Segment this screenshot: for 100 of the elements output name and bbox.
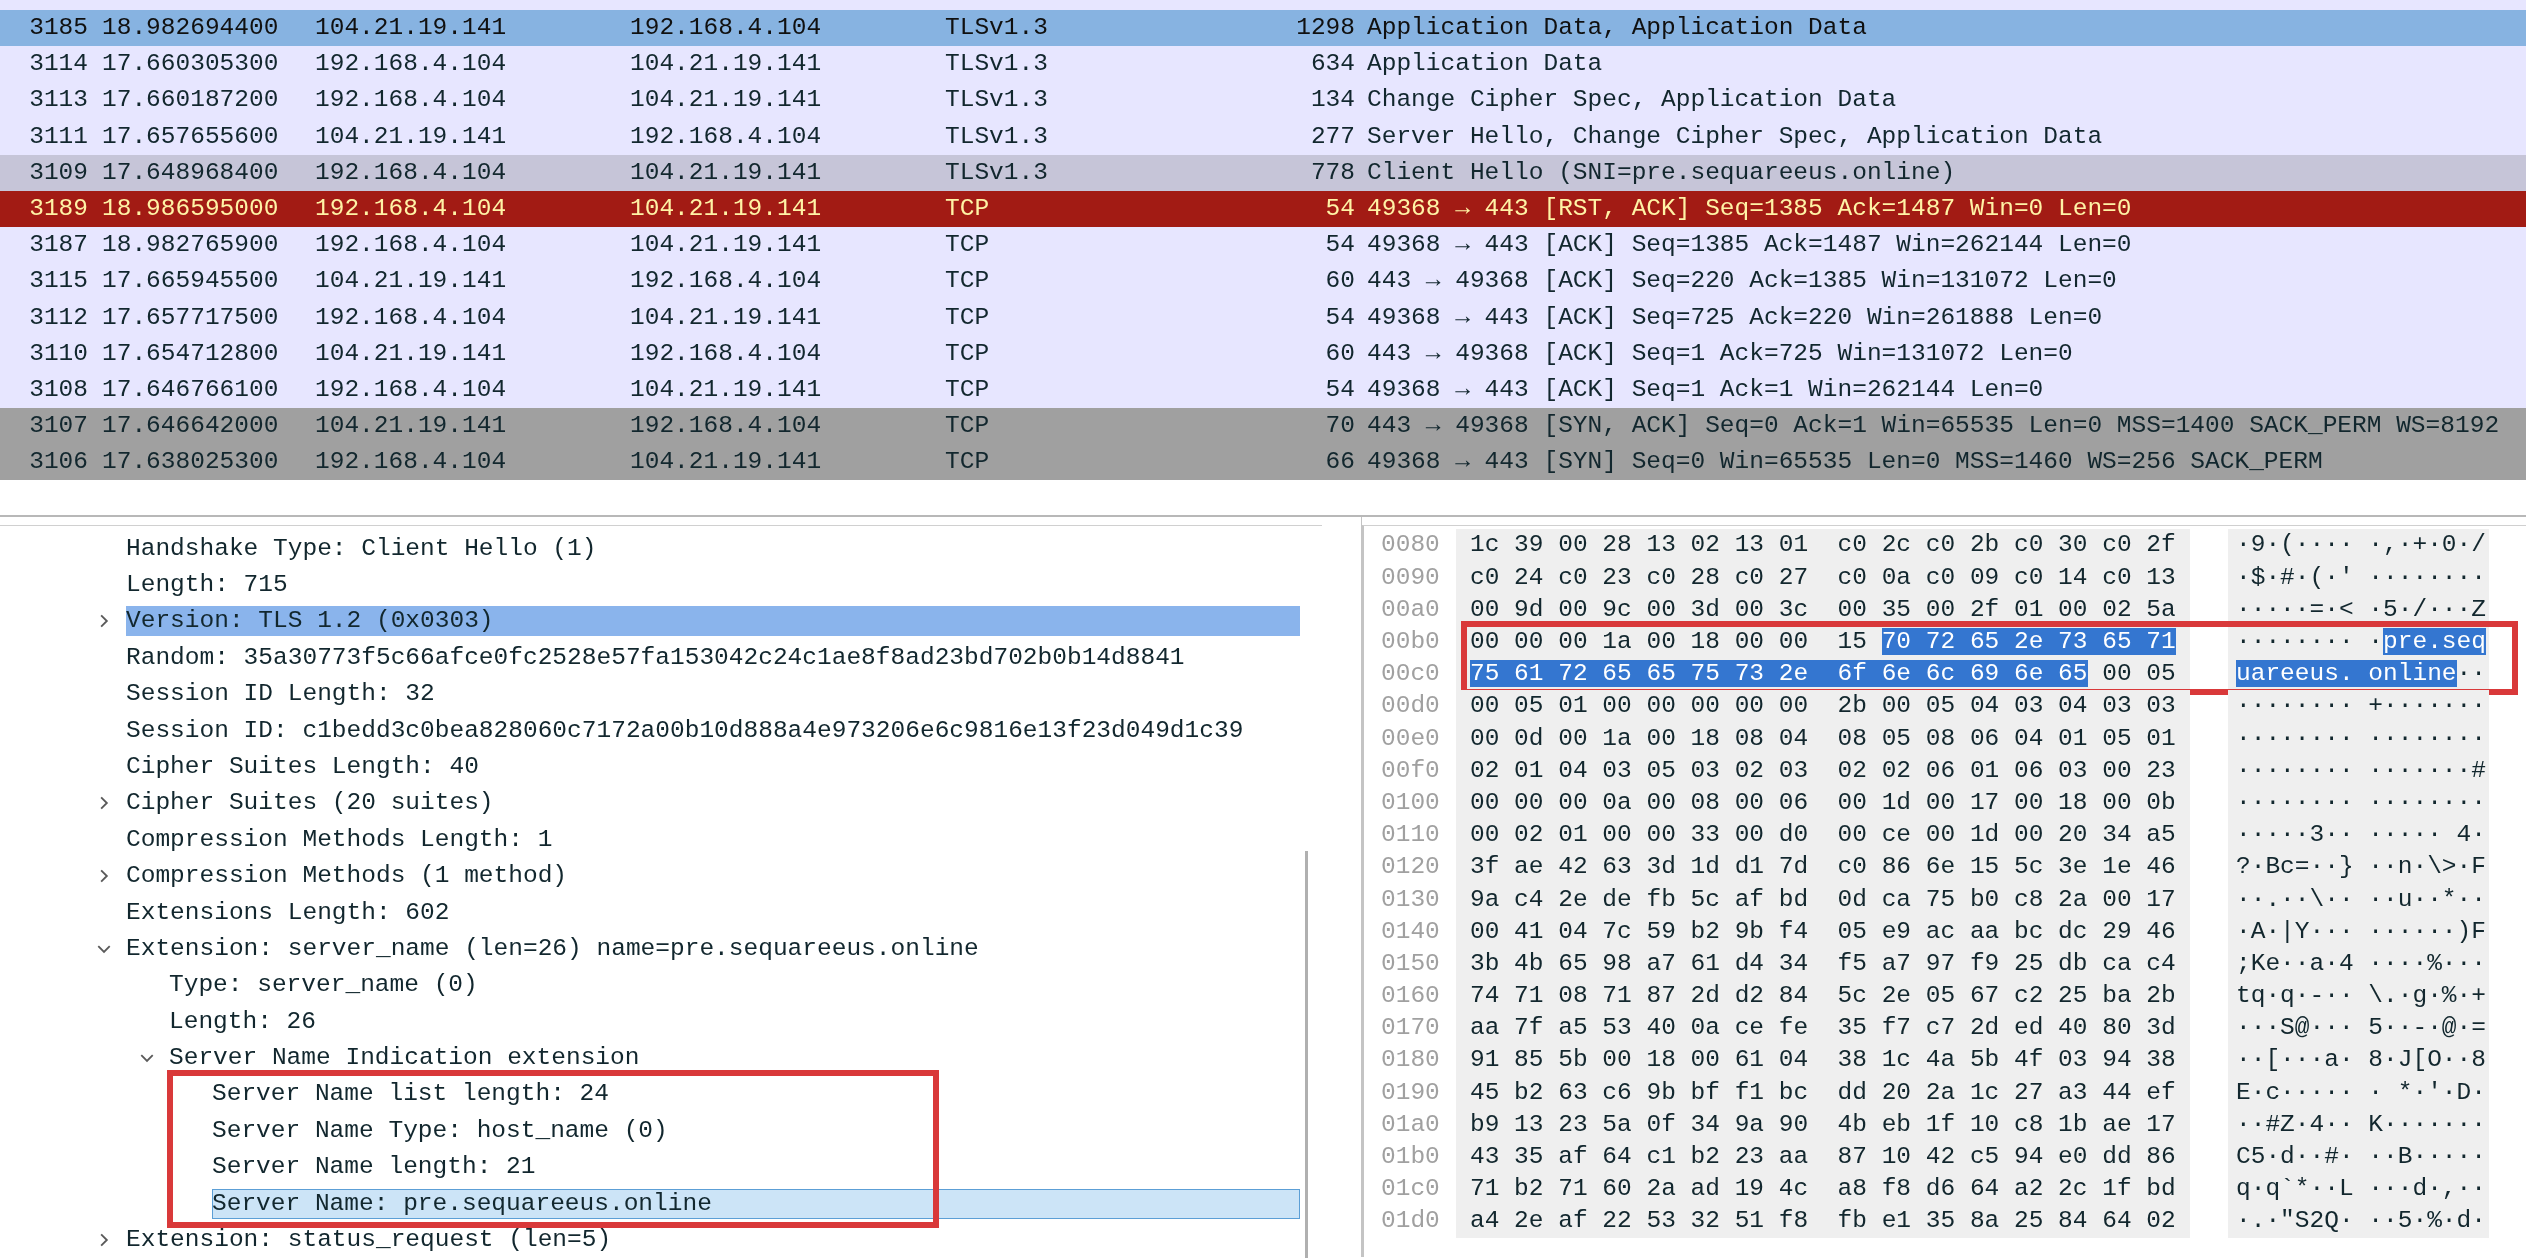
table-cell-text: TCP (945, 230, 991, 261)
byte-offset: 0090 (1380, 562, 1441, 593)
tree-item[interactable]: Length: 715 (126, 570, 1300, 600)
tree-item[interactable]: Session ID: c1bedd3c0bea828060c7172a00b10d888a4e973206e6c9816e13f23d049d1c39 (126, 715, 1300, 746)
table-cell-text: TLSv1.3 (945, 157, 1049, 188)
table-cell-text: 17.665945500 (101, 266, 280, 297)
tree-item[interactable]: Server Name list length: 24 (212, 1079, 1300, 1110)
tree-item[interactable]: Compression Methods (1 method) (126, 861, 1300, 892)
ascii-text: ·A·|Y··· ······)F (2228, 915, 2489, 948)
table-cell-text: 60 (1324, 266, 1355, 297)
table-cell-text: 192.168.4.104 (315, 447, 508, 478)
byte-offset: 0130 (1380, 884, 1441, 915)
packet-row[interactable]: 3108 17.646766100 192.168.4.104 104.21.19.141 TCP 54 49368 → 443 [ACK] Seq=1 Ack=1 Win=262144 Len=0 (0, 371, 2526, 409)
table-cell-text: 104.21.19.141 (630, 49, 823, 80)
packet-row[interactable]: 3107 17.646642000 104.21.19.141 192.168.4.104 TCP 70 443 → 49368 [SYN, ACK] Seq=0 Ack=1 Win=65535 Len=0 MSS=1400 SACK_PERM WS=8192 (0, 408, 2526, 445)
tree-item[interactable]: Cipher Suites Length: 40 (126, 751, 1300, 782)
table-cell-text: 192.168.4.104 (315, 230, 508, 261)
table-cell-text: 1298 (1295, 13, 1355, 43)
ascii-text: ········ ·······# (2228, 754, 2489, 787)
packet-row[interactable]: 3106 17.638025300 192.168.4.104 104.21.19.141 TCP 66 49368 → 443 [SYN] Seq=0 Win=65535 Len=0 MSS=1460 WS=256 SACK_PERM (0, 444, 2526, 481)
table-cell-text: 778 (1309, 157, 1355, 188)
table-cell-text: Change Cipher Spec, Application Data (1366, 85, 1897, 116)
byte-offset: 00a0 (1380, 594, 1441, 625)
table-cell-text: 192.168.4.104 (630, 411, 823, 442)
packet-row[interactable]: 3109 17.648968400 192.168.4.104 104.21.19.141 TLSv1.3 778 Client Hello (SNI=pre.sequareeus.online) (0, 154, 2526, 191)
table-cell-text: TCP (945, 266, 991, 297)
tree-item[interactable]: Server Name Indication extension (169, 1043, 1300, 1074)
packet-row[interactable]: 3185 18.982694400 104.21.19.141 192.168.4.104 TLSv1.3 1298 Application Data, Application Data (0, 10, 2526, 47)
ascii-text: tq·q·-·· \.·g·%·+ (2228, 980, 2489, 1013)
ascii-text: ;Ke··a·4 ····%··· (2228, 947, 2489, 981)
hex-bytes: 00 02 01 00 00 33 00 d0 00 ce 00 1d 00 20 34 a5 (1456, 819, 2190, 852)
table-cell-text: 49368 → 443 [SYN] Seq=0 Win=65535 Len=0 MSS=1460 WS=256 SACK_PERM (1366, 447, 2323, 478)
table-cell-text: 3114 (28, 49, 88, 80)
byte-offset: 0150 (1380, 948, 1441, 979)
ascii-text: ·····3·· ····· 4· (2228, 819, 2489, 852)
packet-row[interactable]: 3113 17.660187200 192.168.4.104 104.21.19.141 TLSv1.3 134 Change Cipher Spec, Application Data (0, 82, 2526, 119)
tree-item[interactable]: Server Name Type: host_name (0) (212, 1115, 1300, 1146)
table-cell-text: TLSv1.3 (945, 49, 1049, 80)
packet-row[interactable]: 3189 18.986595000 192.168.4.104 104.21.19.141 TCP 54 49368 → 443 [RST, ACK] Seq=1385 Ack=1487 Win=0 Len=0 (0, 190, 2526, 228)
byte-offset: 00b0 (1380, 627, 1441, 657)
byte-offset: 0190 (1380, 1077, 1441, 1108)
tree-item[interactable]: Extensions Length: 602 (126, 897, 1300, 928)
tree-item[interactable]: Extension: server_name (len=26) name=pre.sequareeus.online (126, 933, 1300, 964)
table-cell-text: TCP (945, 302, 991, 333)
table-cell-text: 3185 (28, 13, 88, 43)
hex-bytes: 43 35 af 64 c1 b2 23 aa 87 10 42 c5 94 e0 dd 86 (1456, 1141, 2190, 1174)
tree-item[interactable]: Length: 26 (169, 1006, 1300, 1037)
byte-offset: 01d0 (1380, 1206, 1441, 1237)
table-cell-text: TLSv1.3 (945, 121, 1049, 152)
table-cell-text: 443 → 49368 [ACK] Seq=220 Ack=1385 Win=131072 Len=0 (1366, 266, 2117, 297)
table-cell-text: 192.168.4.104 (315, 374, 508, 405)
tree-item[interactable]: Server Name length: 21 (212, 1152, 1300, 1183)
packet-row[interactable]: 3110 17.654712800 104.21.19.141 192.168.4.104 TCP 60 443 → 49368 [ACK] Seq=1 Ack=725 Win=131072 Len=0 (0, 335, 2526, 372)
table-cell-text: 49368 → 443 [ACK] Seq=725 Ack=220 Win=261888 Len=0 (1366, 302, 2103, 333)
table-cell-text: 17.646766100 (101, 374, 280, 405)
byte-offset: 0100 (1380, 787, 1441, 818)
hex-bytes: 71 b2 71 60 2a ad 19 4c a8 f8 d6 64 a2 2c 1f bd (1456, 1173, 2190, 1206)
ascii-text: ········ ·pre.seq (2228, 626, 2489, 659)
tree-item[interactable]: Server Name: pre.sequareeus.online (212, 1188, 1300, 1219)
table-cell-text: Application Data (1366, 49, 1603, 80)
table-cell-text: 18.982694400 (101, 13, 280, 43)
table-cell-text: 17.660305300 (101, 49, 280, 80)
tree-item[interactable]: Session ID Length: 32 (126, 679, 1300, 710)
table-cell-text: 192.168.4.104 (315, 157, 508, 188)
table-cell-text: 192.168.4.104 (630, 266, 823, 297)
table-cell-text: 104.21.19.141 (630, 157, 823, 188)
packet-row[interactable]: 3114 17.660305300 192.168.4.104 104.21.19.141 TLSv1.3 634 Application Data (0, 46, 2526, 83)
scrollbar-thumb[interactable] (1305, 851, 1308, 1258)
packet-row[interactable]: 3187 18.982765900 192.168.4.104 104.21.19.141 TCP 54 49368 → 443 [ACK] Seq=1385 Ack=1487 Win=262144 Len=0 (0, 227, 2526, 264)
hex-bytes: 9a c4 2e de fb 5c af bd 0d ca 75 b0 c8 2a 00 17 (1456, 883, 2190, 916)
packet-row[interactable]: 3115 17.665945500 104.21.19.141 192.168.4.104 TCP 60 443 → 49368 [ACK] Seq=220 Ack=1385 Win=131072 Len=0 (0, 263, 2526, 300)
table-cell-text: 60 (1324, 338, 1355, 369)
byte-offset: 01b0 (1380, 1142, 1441, 1172)
table-cell-text: 104.21.19.141 (315, 121, 508, 152)
tree-item[interactable]: Extension: status_request (len=5) (126, 1225, 1300, 1256)
hex-bytes: b9 13 23 5a 0f 34 9a 90 4b eb 1f 10 c8 1b ae 17 (1456, 1108, 2190, 1141)
ascii-text: E·c····· · *·'·D· (2228, 1076, 2489, 1109)
tree-item[interactable]: Version: TLS 1.2 (0x0303) (126, 606, 1300, 637)
tree-item[interactable]: Cipher Suites (20 suites) (126, 788, 1300, 819)
table-cell-text: 54 (1324, 193, 1355, 224)
table-cell-text: 3107 (28, 411, 88, 442)
table-cell-text: 66 (1324, 447, 1355, 478)
table-cell-text: 134 (1309, 85, 1355, 116)
tree-item[interactable]: Type: server_name (0) (169, 970, 1300, 1001)
table-cell-text: 3108 (28, 374, 88, 405)
tree-item[interactable]: Handshake Type: Client Hello (1) (126, 533, 1300, 564)
hex-bytes: 74 71 08 71 87 2d d2 84 5c 2e 05 67 c2 25 ba 2b (1456, 980, 2190, 1013)
table-cell-text: 17.648968400 (101, 157, 280, 188)
ascii-text: ?·Bc=··} ··n·\>·F (2228, 851, 2489, 884)
tree-item[interactable]: Random: 35a30773f5c66afce0fc2528e57fa153042c24c1ae8f8ad23bd702b0b14d8841 (126, 642, 1300, 673)
hex-bytes: 3f ae 42 63 3d 1d d1 7d c0 86 6e 15 5c 3e 1e 46 (1456, 851, 2190, 884)
table-cell-text: 104.21.19.141 (630, 374, 823, 405)
ascii-text: ········ ········ (2228, 786, 2489, 820)
table-cell-text: 443 → 49368 [ACK] Seq=1 Ack=725 Win=131072 Len=0 (1366, 338, 2073, 369)
table-cell-text: TCP (945, 193, 991, 224)
table-cell-text: 54 (1324, 230, 1355, 261)
packet-row[interactable]: 3111 17.657655600 104.21.19.141 192.168.4.104 TLSv1.3 277 Server Hello, Change Cipher Spec, Application Data (0, 118, 2526, 155)
table-cell-text: Server Hello, Change Cipher Spec, Application Data (1366, 121, 2103, 152)
tree-item[interactable]: Compression Methods Length: 1 (126, 824, 1300, 855)
packet-row[interactable]: 3112 17.657717500 192.168.4.104 104.21.19.141 TCP 54 49368 → 443 [ACK] Seq=725 Ack=220 Win=261888 Len=0 (0, 299, 2526, 336)
